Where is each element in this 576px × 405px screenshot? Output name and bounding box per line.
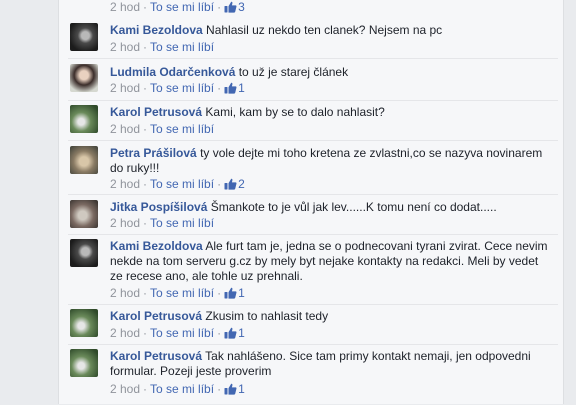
comment: Jitka Pospíšilová Šmankote to je vůl jak… xyxy=(68,194,558,235)
like-link[interactable]: To se mi líbí xyxy=(150,326,214,340)
avatar[interactable] xyxy=(70,146,98,174)
commenter-name[interactable]: Karol Petrusová xyxy=(110,309,202,323)
comment-time[interactable]: 2 hod xyxy=(110,0,140,14)
comment-body: Kami Bezoldova Nahlasil uz nekdo ten cla… xyxy=(110,23,550,38)
comment-time[interactable]: 2 hod xyxy=(110,326,140,340)
separator: · xyxy=(217,326,222,340)
commenter-name[interactable]: Kami Bezoldova xyxy=(110,239,203,253)
thumbs-up-icon[interactable] xyxy=(224,178,237,190)
avatar[interactable] xyxy=(70,309,98,337)
commenter-name[interactable]: Kami Bezoldova xyxy=(110,23,203,37)
like-link[interactable]: To se mi líbí xyxy=(150,216,214,230)
separator: · xyxy=(217,81,222,95)
avatar[interactable] xyxy=(70,200,98,228)
comment-meta: 2 hod · To se mi líbí xyxy=(110,40,214,55)
separator: · xyxy=(143,177,148,191)
separator: · xyxy=(143,0,148,14)
comment: Karol Petrusová Kami, kam by se to dalo … xyxy=(68,100,558,141)
separator: · xyxy=(217,382,222,396)
comment-meta: 2 hod · To se mi líbí · 1 xyxy=(110,326,245,341)
previous-comment-meta: 2 hod · To se mi líbí · 3 xyxy=(110,0,245,15)
separator: · xyxy=(143,81,148,95)
like-link[interactable]: To se mi líbí xyxy=(150,382,214,396)
thumbs-up-icon[interactable] xyxy=(224,383,237,395)
separator: · xyxy=(217,286,222,300)
comment: Karol Petrusová Tak nahlášeno. Sice tam … xyxy=(68,344,558,405)
commenter-name[interactable]: Karol Petrusová xyxy=(110,105,202,119)
comment: Kami Bezoldova Ale furt tam je, jedna se… xyxy=(68,234,558,305)
like-link[interactable]: To se mi líbí xyxy=(150,177,214,191)
comment: Kami Bezoldova Nahlasil uz nekdo ten cla… xyxy=(68,16,558,58)
comment-meta: 2 hod · To se mi líbí · 2 xyxy=(110,177,245,192)
comment-time[interactable]: 2 hod xyxy=(110,177,140,191)
commenter-name[interactable]: Karol Petrusová xyxy=(110,349,202,363)
comment-text: Nahlasil uz nekdo ten clanek? Nejsem na … xyxy=(206,23,443,37)
comment-time[interactable]: 2 hod xyxy=(110,382,140,396)
avatar[interactable] xyxy=(70,349,98,377)
separator: · xyxy=(143,382,148,396)
separator: · xyxy=(217,177,222,191)
comment-time[interactable]: 2 hod xyxy=(110,216,140,230)
comment-text: Kami, kam by se to dalo nahlasit? xyxy=(205,105,385,119)
comment-body: Karol Petrusová Kami, kam by se to dalo … xyxy=(110,105,550,120)
commenter-name[interactable]: Ludmila Odarčenková xyxy=(110,65,235,79)
comment-body: Petra Prášilová ty vole dejte mi toho kr… xyxy=(110,146,550,176)
comment-meta: 2 hod · To se mi líbí xyxy=(110,122,214,137)
like-link[interactable]: To se mi líbí xyxy=(150,122,214,136)
comment-time[interactable]: 2 hod xyxy=(110,286,140,300)
comment-time[interactable]: 2 hod xyxy=(110,81,140,95)
separator: · xyxy=(143,216,148,230)
comment-meta: 2 hod · To se mi líbí · 1 xyxy=(110,286,245,301)
comment-body: Ludmila Odarčenková to už je starej člán… xyxy=(110,65,550,80)
comment-text: to už je starej článek xyxy=(238,65,349,79)
thumbs-up-icon[interactable] xyxy=(224,287,237,299)
avatar[interactable] xyxy=(70,64,98,92)
separator: · xyxy=(143,122,148,136)
comment-meta: 2 hod · To se mi líbí · 1 xyxy=(110,382,245,397)
separator: · xyxy=(143,40,148,54)
comment: Ludmila Odarčenková to už je starej člán… xyxy=(68,58,558,101)
avatar[interactable] xyxy=(70,23,98,51)
like-link[interactable]: To se mi líbí xyxy=(150,286,214,300)
thumbs-up-icon[interactable] xyxy=(224,82,237,94)
like-link[interactable]: To se mi líbí xyxy=(150,40,214,54)
like-count: 1 xyxy=(238,286,245,300)
like-count: 1 xyxy=(238,326,245,340)
comment-time[interactable]: 2 hod xyxy=(110,122,140,136)
comment-text: Šmankote to je vůl jak lev......K tomu n… xyxy=(210,200,497,214)
commenter-name[interactable]: Petra Prášilová xyxy=(110,146,197,160)
comment-body: Jitka Pospíšilová Šmankote to je vůl jak… xyxy=(110,200,550,215)
avatar[interactable] xyxy=(70,239,98,267)
comment-body: Kami Bezoldova Ale furt tam je, jedna se… xyxy=(110,239,550,284)
thumbs-up-icon[interactable] xyxy=(224,1,237,13)
comment-meta: 2 hod · To se mi líbí · 1 xyxy=(110,81,245,96)
comment-body: Karol Petrusová Tak nahlášeno. Sice tam … xyxy=(110,349,550,379)
thumbs-up-icon[interactable] xyxy=(224,327,237,339)
like-count: 2 xyxy=(238,177,245,191)
comment: Karol Petrusová Zkusim to nahlasit tedy … xyxy=(68,304,558,345)
comment-text: Zkusim to nahlasit tedy xyxy=(205,309,329,323)
comment-body: Karol Petrusová Zkusim to nahlasit tedy xyxy=(110,309,550,324)
comment: Petra Prášilová ty vole dejte mi toho kr… xyxy=(68,140,558,195)
separator: · xyxy=(217,0,222,14)
separator: · xyxy=(143,286,148,300)
like-count: 1 xyxy=(238,81,245,95)
comment-meta: 2 hod · To se mi líbí xyxy=(110,216,214,231)
like-link[interactable]: To se mi líbí xyxy=(150,81,214,95)
separator: · xyxy=(143,326,148,340)
like-count: 1 xyxy=(238,382,245,396)
comment-time[interactable]: 2 hod xyxy=(110,40,140,54)
commenter-name[interactable]: Jitka Pospíšilová xyxy=(110,200,207,214)
avatar[interactable] xyxy=(70,105,98,133)
like-count: 3 xyxy=(238,0,245,14)
like-link[interactable]: To se mi líbí xyxy=(150,0,214,14)
